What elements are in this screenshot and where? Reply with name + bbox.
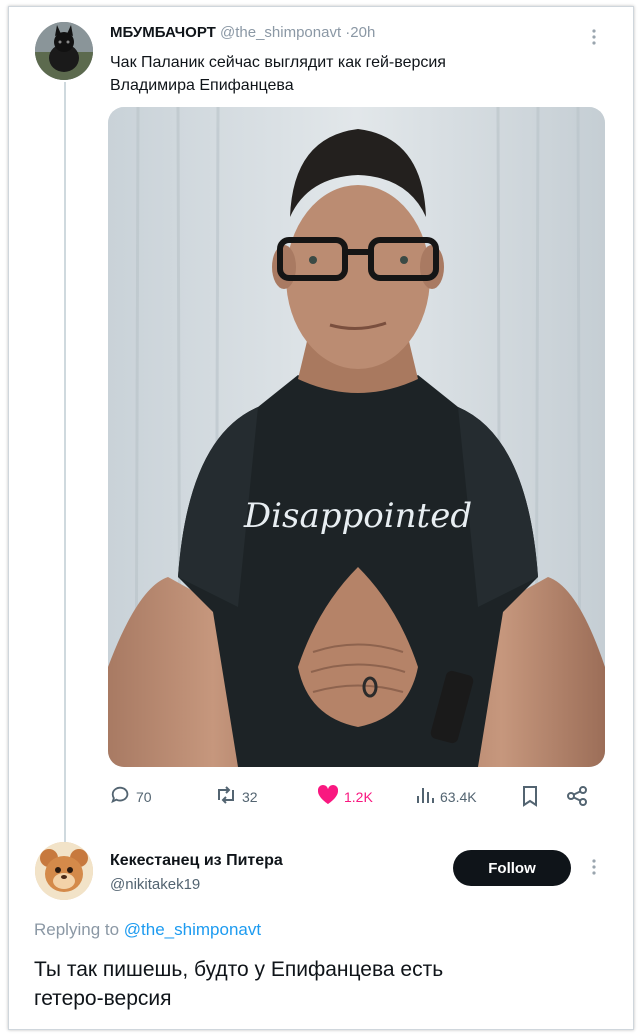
reply-text-line: гетеро-версия — [34, 987, 172, 1010]
tweet-header: МБУМБАЧОРТ @the_shimponavt ·20h — [110, 24, 375, 41]
retweet-icon — [214, 784, 242, 809]
more-icon[interactable] — [589, 858, 599, 876]
views-icon — [414, 784, 440, 809]
tweet-photo[interactable]: Disappointed — [108, 107, 605, 767]
author-handle[interactable]: @the_shimponavt — [220, 24, 341, 41]
retweet-button[interactable]: 32 — [214, 784, 258, 809]
heart-icon — [316, 784, 344, 809]
reply-button[interactable]: 70 — [110, 784, 152, 809]
replying-mention-link[interactable]: @the_shimponavt — [124, 920, 261, 939]
tweet-action-bar: 70 32 1.2K 63.4K — [108, 784, 605, 810]
shirt-text: Disappointed — [243, 496, 472, 536]
replying-to: Replying to @the_shimponavt — [34, 920, 261, 940]
tweet-time[interactable]: 20h — [350, 24, 375, 41]
share-button[interactable] — [565, 784, 593, 811]
bookmark-icon — [519, 784, 545, 811]
like-count: 1.2K — [344, 788, 373, 805]
reply-count: 70 — [136, 788, 152, 805]
views-count: 63.4K — [440, 788, 477, 805]
views-button[interactable]: 63.4K — [414, 784, 477, 809]
tweet-text-line: Владимира Епифанцева — [110, 77, 294, 94]
tweet-text-line: Чак Паланик сейчас выглядит как гей-верс… — [110, 54, 446, 71]
retweet-count: 32 — [242, 788, 258, 805]
thread-connector-line — [64, 82, 66, 842]
reply-icon — [110, 784, 136, 809]
reply-text: Ты так пишешь, будто у Епифанцева есть г… — [34, 955, 594, 1013]
author-name[interactable]: МБУМБАЧОРТ — [110, 24, 216, 41]
reply-author-name[interactable]: Кекестанец из Питера — [110, 852, 283, 870]
share-icon — [565, 784, 593, 811]
more-icon[interactable] — [589, 28, 599, 46]
bookmark-button[interactable] — [519, 784, 545, 811]
replying-prefix: Replying to — [34, 920, 120, 939]
like-button[interactable]: 1.2K — [316, 784, 373, 809]
reply-author-handle[interactable]: @nikitakek19 — [110, 876, 200, 893]
follow-button[interactable]: Follow — [453, 850, 571, 886]
tweet-text: Чак Паланик сейчас выглядит как гей-верс… — [110, 51, 550, 97]
author-avatar[interactable] — [35, 22, 93, 80]
reply-text-line: Ты так пишешь, будто у Епифанцева есть — [34, 958, 444, 981]
reply-author-avatar[interactable] — [35, 842, 93, 900]
